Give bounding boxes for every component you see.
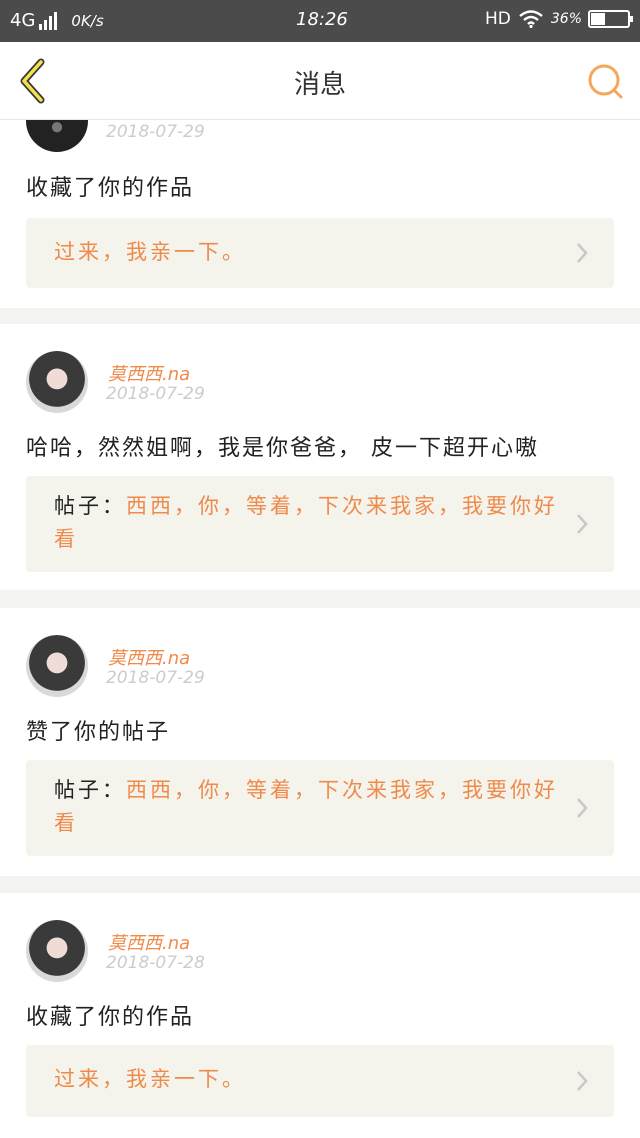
- battery-percent: 36%: [550, 11, 582, 27]
- status-bar: 4G 0K/s 18:26 HD 36% ⚡: [0, 0, 640, 42]
- quote-body: 西西，你，等着，下次来我家，我要你好看: [54, 778, 558, 835]
- wifi-icon: [519, 10, 543, 28]
- chevron-right-icon: [577, 798, 588, 818]
- quote-text: 过来，我亲一下。: [54, 1063, 558, 1096]
- message-card: 2018-07-29 收藏了你的作品 过来，我亲一下。: [0, 120, 640, 308]
- quote-text: 过来，我亲一下。: [54, 236, 558, 269]
- username[interactable]: 莫西西.na: [108, 644, 190, 670]
- message-card: 莫西西.na 2018-07-28 收藏了你的作品 过来，我亲一下。: [0, 893, 640, 1138]
- page-title: 消息: [293, 70, 346, 100]
- message-action: 收藏了你的作品: [26, 1005, 195, 1030]
- avatar[interactable]: [26, 120, 88, 152]
- username[interactable]: 莫西西.na: [108, 929, 190, 955]
- message-card: 莫西西.na 2018-07-29 哈哈，然然姐啊，我是你爸爸， 皮一下超开心嗷…: [0, 324, 640, 590]
- chevron-right-icon: [577, 514, 588, 534]
- quoted-content[interactable]: 过来，我亲一下。: [26, 218, 614, 288]
- clock: 18:26: [296, 9, 348, 30]
- nav-bar: 消息: [0, 42, 640, 120]
- search-icon[interactable]: [586, 62, 626, 102]
- quote-text: 帖子：西西，你，等着，下次来我家，我要你好看: [54, 490, 558, 556]
- signal-icon: [39, 11, 59, 30]
- message-action: 赞了你的帖子: [26, 720, 171, 745]
- quote-prefix: 帖子：: [54, 494, 126, 518]
- hd-indicator: HD: [485, 9, 511, 29]
- avatar[interactable]: [26, 920, 88, 982]
- charging-icon: ⚡: [604, 10, 614, 26]
- quote-text: 帖子：西西，你，等着，下次来我家，我要你好看: [54, 774, 558, 840]
- message-card: 莫西西.na 2018-07-29 赞了你的帖子 帖子：西西，你，等着，下次来我…: [0, 608, 640, 876]
- message-list: 2018-07-29 收藏了你的作品 过来，我亲一下。 莫西西.na 2018-…: [0, 120, 640, 1138]
- quoted-content[interactable]: 帖子：西西，你，等着，下次来我家，我要你好看: [26, 760, 614, 856]
- network-speed: 0K/s: [71, 11, 104, 30]
- quoted-content[interactable]: 过来，我亲一下。: [26, 1045, 614, 1117]
- message-date: 2018-07-29: [106, 384, 205, 404]
- chevron-right-icon: [577, 243, 588, 263]
- username[interactable]: 莫西西.na: [108, 360, 190, 386]
- chevron-right-icon: [577, 1071, 588, 1091]
- quote-body: 过来，我亲一下。: [54, 1067, 246, 1091]
- message-action: 收藏了你的作品: [26, 176, 195, 201]
- status-left: 4G 0K/s: [10, 10, 104, 31]
- battery-fill: [591, 13, 605, 25]
- battery-icon: ⚡: [588, 10, 633, 28]
- status-right: HD 36% ⚡: [485, 9, 633, 29]
- network-type: 4G: [10, 10, 36, 31]
- quote-prefix: 帖子：: [54, 778, 126, 802]
- message-date: 2018-07-29: [106, 122, 205, 142]
- message-date: 2018-07-29: [106, 668, 205, 688]
- message-date: 2018-07-28: [106, 953, 205, 973]
- message-action: 哈哈，然然姐啊，我是你爸爸， 皮一下超开心嗷: [26, 436, 539, 461]
- avatar[interactable]: [26, 351, 88, 413]
- avatar[interactable]: [26, 635, 88, 697]
- quoted-content[interactable]: 帖子：西西，你，等着，下次来我家，我要你好看: [26, 476, 614, 572]
- quote-body: 西西，你，等着，下次来我家，我要你好看: [54, 494, 558, 551]
- quote-body: 过来，我亲一下。: [54, 240, 246, 264]
